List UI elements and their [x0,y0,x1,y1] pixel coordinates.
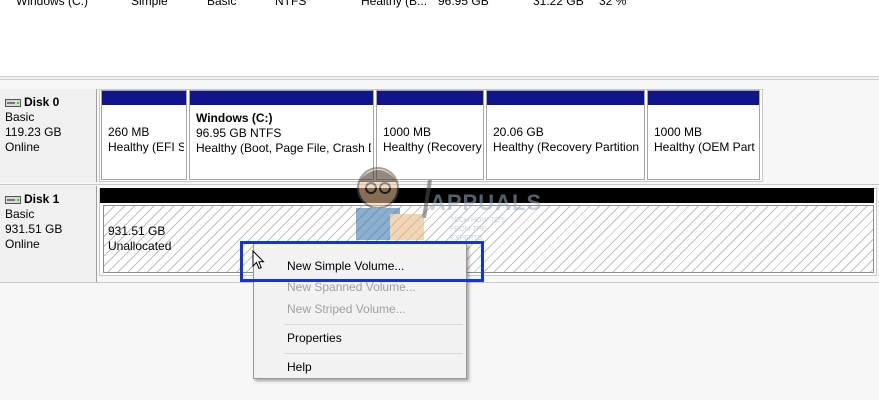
mouse-cursor-icon [252,250,265,270]
partition-status: Healthy (OEM Part [654,140,755,154]
disk-1-name: Disk 1 [24,192,60,206]
partition-status: Healthy (EFI S [108,140,184,154]
volume-list-row[interactable]: Windows (C:) Simple Basic NTFS Healthy (… [0,0,879,10]
partition-size: 20.06 GB [493,125,544,139]
disk-1-state: Online [5,237,40,251]
volume-free: 31.22 GB [533,0,584,8]
disk-drive-icon [5,195,21,204]
menu-item-new-spanned-volume[interactable]: New Spanned Volume... [287,280,416,294]
partition-bar [487,91,644,105]
volume-layout: Simple [131,0,168,8]
unallocated-label: Unallocated [108,239,172,253]
disk-0-name: Disk 0 [24,95,60,109]
partition-size: 260 MB [108,125,150,139]
watermark-brand: APPUALS [430,190,543,215]
volume-capacity: 96.95 GB [438,0,489,8]
partition-efi[interactable]: 260 MB Healthy (EFI S [101,90,187,180]
disk-0-size: 119.23 GB [5,125,62,139]
partition-size: 96.95 GB NTFS [196,126,282,140]
volume-list-pane [0,0,879,76]
volume-type: Basic [207,0,237,8]
watermark-tagline: TECH HOW-TO'S FROM THE EXPERTS [450,217,506,242]
appuals-watermark: APPUALS TECH HOW-TO'S FROM THE EXPERTS [338,158,541,248]
partition-size: 1000 MB [654,125,703,139]
volume-pct-free: 32 % [599,0,627,8]
disk-1-type: Basic [5,207,35,221]
disk-drive-icon [5,98,21,107]
disk-0-type: Basic [5,110,35,124]
volume-fs: NTFS [275,0,307,8]
partition-size: 1000 MB [383,125,432,139]
volume-status: Healthy (B... [361,0,428,8]
disk-0-state: Online [5,140,40,154]
menu-item-help[interactable]: Help [287,360,312,374]
disk-0-info[interactable]: Disk 0 Basic 119.23 GB Online [0,89,97,182]
mascot-logo-icon [356,167,432,240]
volume-name: Windows (C:) [16,0,89,8]
unallocated-size: 931.51 GB [108,224,166,238]
partition-title: Windows (C:) [196,111,273,125]
menu-separator [284,353,463,354]
partition-bar [102,91,186,105]
partition-status: Healthy (Boot, Page File, Crash D [196,141,371,155]
disk-1-info[interactable]: Disk 1 Basic 931.51 GB Online [0,186,97,282]
menu-item-properties[interactable]: Properties [287,331,342,345]
highlight-box [240,241,484,282]
partition-bar [377,91,483,105]
partition-bar [648,91,759,105]
disk-1-size: 931.51 GB [5,222,63,236]
partition-status: Healthy (Recovery Partition [493,140,640,154]
partition-oem[interactable]: 1000 MB Healthy (OEM Part [647,90,760,180]
menu-item-new-striped-volume[interactable]: New Striped Volume... [287,302,406,316]
menu-separator [284,324,463,325]
partition-status: Healthy (Recovery [383,140,482,154]
partition-bar [190,91,373,105]
